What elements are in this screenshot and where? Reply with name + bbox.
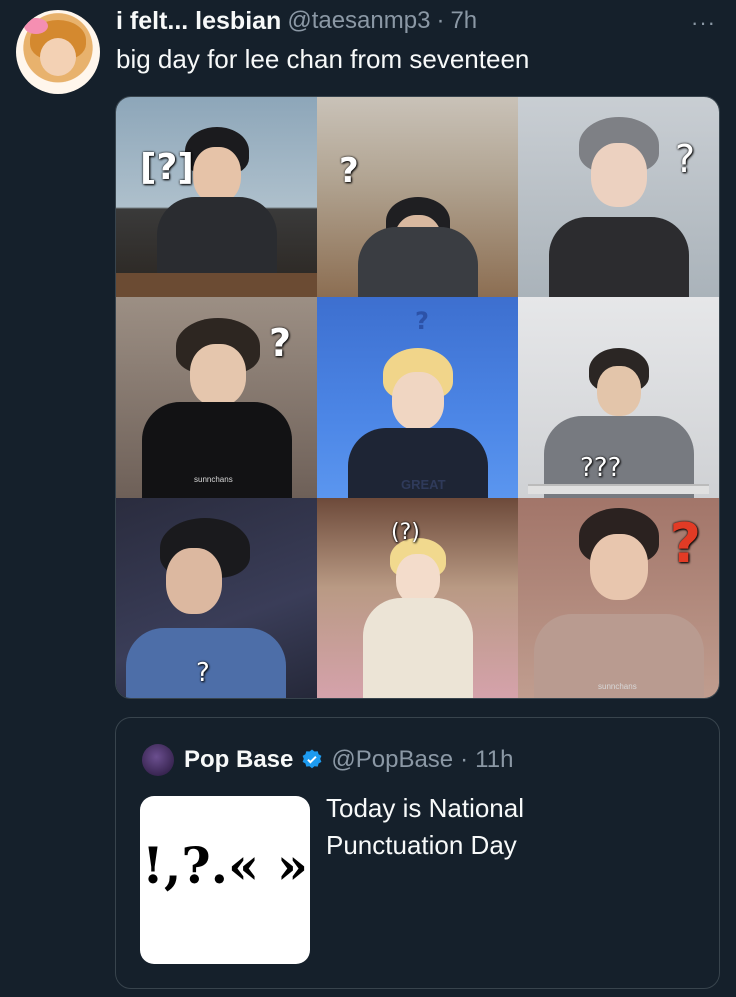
media-photo-1[interactable]: [?]	[116, 97, 317, 298]
overlay-text: ?	[196, 657, 210, 688]
tweet[interactable]: i felt... lesbian @taesanmp3 · 7h ··· bi…	[0, 0, 736, 997]
overlay-text: ?	[268, 321, 291, 366]
media-photo-3[interactable]: ?	[518, 97, 719, 298]
separator-dot: ·	[460, 746, 469, 773]
avatar-face	[40, 38, 76, 76]
verified-badge-icon	[302, 749, 322, 769]
overlay-text: ???	[580, 453, 622, 484]
media-photo-2[interactable]: ?	[317, 97, 518, 298]
avatar[interactable]	[16, 10, 100, 94]
overlay-text: ?	[415, 307, 429, 336]
quoted-timestamp[interactable]: 11h	[475, 746, 513, 774]
shirt-text: GREAT	[401, 477, 446, 493]
media-photo-8[interactable]: (?)	[317, 497, 518, 698]
media-photo-7[interactable]: ?	[116, 497, 317, 698]
media-grid[interactable]: [?] ? ? ? sunnchans GREAT ? ??? ? (?) ? …	[115, 96, 720, 699]
tweet-header: i felt... lesbian @taesanmp3 · 7h	[116, 6, 720, 36]
overlay-text: ?	[674, 137, 695, 181]
display-name[interactable]: i felt... lesbian	[116, 7, 281, 36]
separator-dot: ·	[436, 7, 445, 34]
quoted-header: Pop Base @PopBase · 11h	[184, 744, 513, 776]
handle[interactable]: @taesanmp3	[287, 7, 430, 35]
media-photo-5[interactable]: GREAT ?	[317, 297, 518, 498]
more-horizontal-icon[interactable]: ···	[691, 10, 716, 36]
overlay-text: (?)	[391, 519, 420, 545]
quoted-display-name[interactable]: Pop Base	[184, 746, 293, 774]
avatar-bow	[24, 18, 48, 34]
quoted-thumbnail[interactable]: !,?.« »	[140, 796, 310, 964]
media-photo-4[interactable]: ? sunnchans	[116, 297, 317, 498]
watermark: sunnchans	[598, 681, 637, 691]
overlay-text: ?	[339, 151, 359, 191]
quoted-handle[interactable]: @PopBase	[331, 746, 453, 774]
media-photo-6[interactable]: ???	[518, 297, 719, 498]
watermark: sunnchans	[194, 475, 233, 485]
timestamp[interactable]: 7h	[450, 7, 477, 35]
quoted-avatar[interactable]	[142, 744, 174, 776]
quoted-text: Today is National Punctuation Day	[326, 793, 524, 860]
overlay-text: ?	[669, 511, 701, 575]
quoted-tweet[interactable]: Pop Base @PopBase · 11h !,?.« » Today is…	[115, 717, 720, 989]
tweet-text: big day for lee chan from seventeen	[116, 44, 530, 74]
overlay-text: [?]	[140, 147, 194, 188]
thumbnail-text: !,?.« »	[142, 836, 308, 895]
media-photo-9[interactable]: ? sunnchans	[518, 497, 719, 698]
